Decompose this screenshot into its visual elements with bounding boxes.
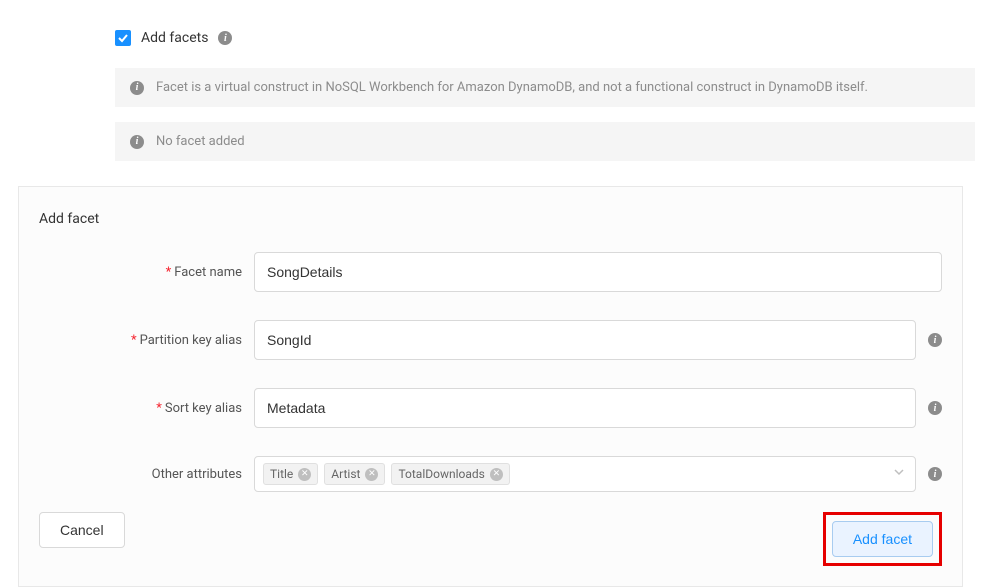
close-icon[interactable]: ✕ (490, 468, 503, 481)
info-icon[interactable]: i (928, 401, 942, 415)
add-facet-button[interactable]: Add facet (832, 521, 933, 557)
sort-key-row: *Sort key alias i (39, 388, 942, 428)
info-icon: i (130, 81, 144, 95)
no-facet-text: No facet added (156, 134, 245, 149)
partition-key-input[interactable] (254, 320, 916, 360)
add-facets-label: Add facets (141, 30, 208, 46)
no-facet-bar: i No facet added (115, 122, 975, 161)
attr-tag: Title✕ (263, 463, 318, 485)
facet-name-input[interactable] (254, 252, 942, 292)
add-facet-panel: Add facet *Facet name *Partition key ali… (18, 186, 963, 587)
chevron-down-icon (893, 466, 905, 482)
sort-key-input[interactable] (254, 388, 916, 428)
info-icon[interactable]: i (928, 333, 942, 347)
partition-key-label: *Partition key alias (39, 333, 254, 348)
facet-info-bar: i Facet is a virtual construct in NoSQL … (115, 68, 975, 107)
other-attrs-select[interactable]: Title✕ Artist✕ TotalDownloads✕ (254, 456, 916, 492)
facet-name-label: *Facet name (39, 265, 254, 280)
cancel-button[interactable]: Cancel (39, 512, 125, 548)
facet-name-row: *Facet name (39, 252, 942, 292)
close-icon[interactable]: ✕ (298, 468, 311, 481)
add-facets-row: Add facets i (115, 30, 981, 46)
attr-tag: TotalDownloads✕ (391, 463, 509, 485)
close-icon[interactable]: ✕ (365, 468, 378, 481)
info-icon[interactable]: i (928, 467, 942, 481)
other-attrs-row: Other attributes Title✕ Artist✕ TotalDow… (39, 456, 942, 492)
add-facet-highlight: Add facet (823, 512, 942, 566)
attr-tag: Artist✕ (324, 463, 385, 485)
other-attrs-label: Other attributes (39, 467, 254, 482)
button-row: Cancel Add facet (39, 512, 942, 566)
add-facets-checkbox[interactable] (115, 30, 131, 46)
info-icon: i (130, 135, 144, 149)
partition-key-row: *Partition key alias i (39, 320, 942, 360)
facet-info-text: Facet is a virtual construct in NoSQL Wo… (156, 80, 868, 95)
check-icon (117, 32, 129, 44)
sort-key-label: *Sort key alias (39, 401, 254, 416)
panel-title: Add facet (39, 211, 942, 227)
info-icon[interactable]: i (218, 31, 232, 45)
